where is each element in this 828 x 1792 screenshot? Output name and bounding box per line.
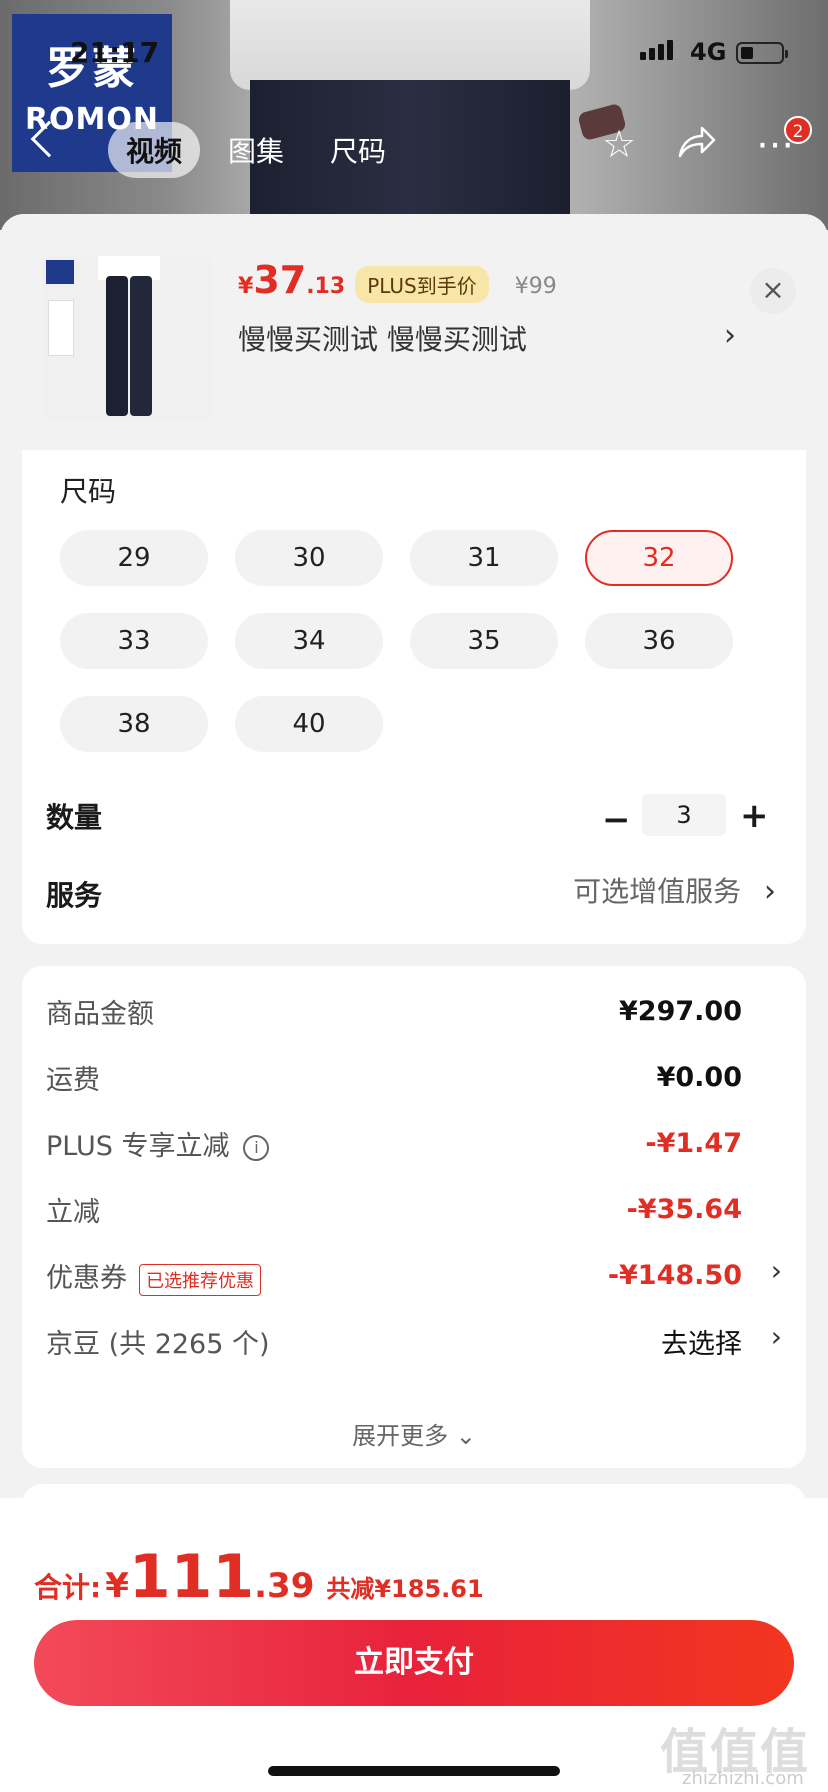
summary-row-goods: 商品金额 ¥297.00 <box>46 992 742 1031</box>
chevron-right-icon[interactable]: › <box>771 1254 782 1287</box>
summary-row-jingdou[interactable]: 京豆 (共 2265 个) 去选择 <box>46 1322 742 1361</box>
product-name[interactable]: 慢慢买测试 慢慢买测试 <box>238 318 527 358</box>
original-price: ¥99 <box>514 274 557 299</box>
info-icon[interactable]: i <box>243 1134 270 1161</box>
summary-label: 立减 <box>46 1197 100 1228</box>
share-icon[interactable] <box>676 124 716 167</box>
total-currency: ¥ <box>105 1566 129 1606</box>
price-currency: ¥ <box>238 274 254 299</box>
size-section-title: 尺码 <box>60 475 117 508</box>
summary-value: 去选择 <box>661 1329 742 1360</box>
star-icon[interactable]: ☆ <box>602 124 636 164</box>
size-option[interactable]: 40 <box>235 696 383 752</box>
service-value: 可选增值服务 <box>573 875 742 908</box>
pay-now-button[interactable]: 立即支付 <box>34 1620 794 1706</box>
quantity-input[interactable]: 3 <box>642 794 726 836</box>
size-option[interactable]: 38 <box>60 696 208 752</box>
tab-gallery[interactable]: 图集 <box>210 122 302 178</box>
quantity-increase-button[interactable]: + <box>740 796 769 836</box>
tab-video[interactable]: 视频 <box>108 122 201 178</box>
summary-value: ¥297.00 <box>619 996 742 1027</box>
battery-icon <box>736 42 788 64</box>
size-option[interactable]: 29 <box>60 530 208 586</box>
summary-row-plus-discount: PLUS 专享立减 i -¥1.47 <box>46 1124 742 1163</box>
price-summary-card: 商品金额 ¥297.00 运费 ¥0.00 PLUS 专享立减 i -¥1.47 … <box>22 966 806 1468</box>
size-option[interactable]: 31 <box>410 530 558 586</box>
summary-value: -¥148.50 <box>607 1260 742 1292</box>
size-option[interactable]: 36 <box>585 613 733 669</box>
plus-price-tag: PLUS到手价 <box>355 266 489 303</box>
total-integer: 111 <box>128 1542 255 1612</box>
product-summary: ¥ 37 .13 PLUS到手价 ¥99 慢慢买测试 慢慢买测试 › × <box>0 214 828 450</box>
service-selector[interactable]: 可选增值服务 › <box>573 870 776 910</box>
chevron-right-icon: › <box>764 874 776 909</box>
summary-label: 商品金额 <box>46 999 154 1030</box>
quantity-label: 数量 <box>46 801 103 834</box>
quantity-decrease-button[interactable]: − <box>602 800 631 840</box>
summary-label: PLUS 专享立减 <box>46 1131 230 1162</box>
total-label: 合计: <box>34 1571 102 1604</box>
signal-icon <box>640 40 673 60</box>
summary-value: -¥35.64 <box>626 1194 742 1225</box>
price-integer: 37 <box>253 258 307 302</box>
summary-label: 优惠券 <box>46 1263 127 1294</box>
service-label: 服务 <box>46 879 103 912</box>
message-badge: 2 <box>784 116 812 144</box>
summary-row-coupon[interactable]: 优惠券 已选推荐优惠 -¥148.50 <box>46 1256 742 1296</box>
size-option[interactable]: 30 <box>235 530 383 586</box>
price-decimal: .13 <box>306 274 346 299</box>
summary-row-instant-discount: 立减 -¥35.64 <box>46 1190 742 1229</box>
price-row: ¥ 37 .13 PLUS到手价 ¥99 <box>238 258 557 303</box>
summary-row-shipping: 运费 ¥0.00 <box>46 1058 742 1097</box>
expand-more-button[interactable]: 展开更多 ⌄ <box>22 1416 806 1451</box>
status-time: 21:17 <box>70 36 160 69</box>
summary-value: ¥0.00 <box>656 1062 742 1093</box>
spec-card: 尺码 29 30 31 32 33 34 35 36 38 40 数量 − 3 … <box>22 450 806 944</box>
summary-value: -¥1.47 <box>645 1128 742 1159</box>
total-price: 合计: ¥ 111 .39 共减¥185.61 <box>34 1542 484 1612</box>
watermark-url: zhizhizhi.com <box>682 1768 804 1789</box>
hero-shirt-graphic <box>230 0 590 90</box>
tab-size[interactable]: 尺码 <box>312 122 404 178</box>
chevron-right-icon[interactable]: › <box>771 1320 782 1353</box>
size-option[interactable]: 35 <box>410 613 558 669</box>
summary-label: 京豆 (共 2265 个) <box>46 1329 270 1360</box>
size-option-selected[interactable]: 32 <box>585 530 733 586</box>
product-thumbnail <box>42 256 212 422</box>
product-hero-image: 罗蒙 ROMON <box>0 0 828 230</box>
media-tabs: 视频 图集 尺码 <box>108 122 404 178</box>
size-option[interactable]: 34 <box>235 613 383 669</box>
network-label: 4G <box>690 38 727 66</box>
checkout-bar: 合计: ¥ 111 .39 共减¥185.61 立即支付 值值值 zhizhiz… <box>0 1498 828 1792</box>
close-button[interactable]: × <box>750 268 796 314</box>
home-indicator <box>268 1766 560 1776</box>
summary-label: 运费 <box>46 1065 100 1096</box>
total-decimal: .39 <box>254 1566 315 1606</box>
total-saved: 共减¥185.61 <box>326 1575 484 1603</box>
coupon-tag: 已选推荐优惠 <box>139 1263 261 1296</box>
size-option[interactable]: 33 <box>60 613 208 669</box>
chevron-right-icon[interactable]: › <box>724 318 736 353</box>
